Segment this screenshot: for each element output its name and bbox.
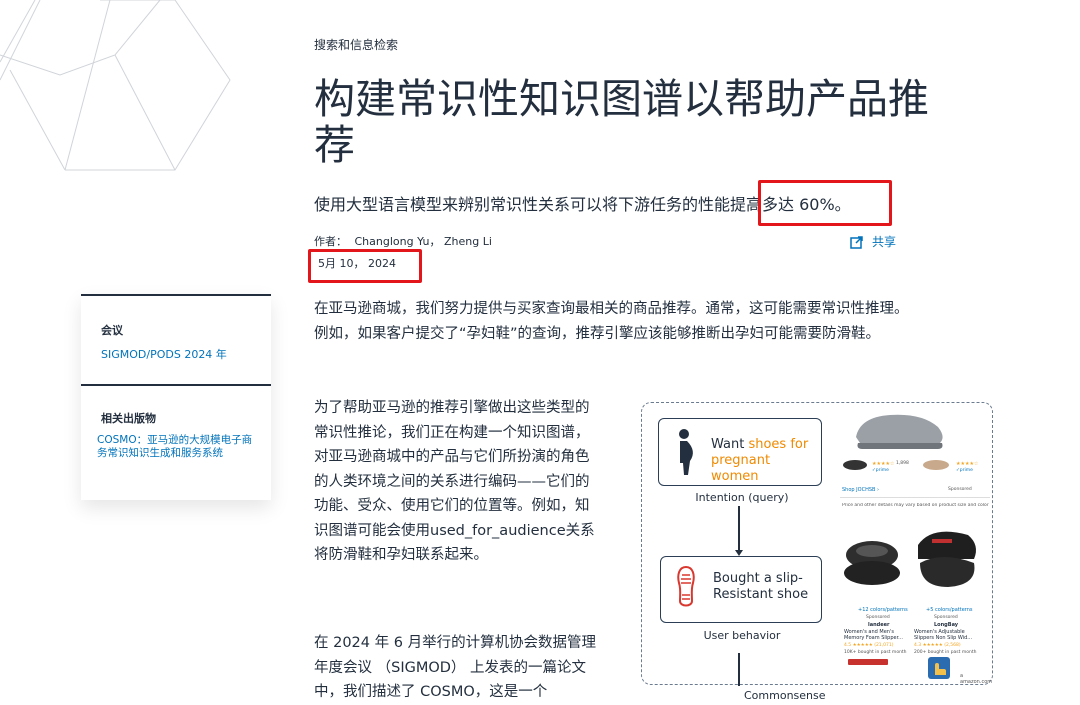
product1-name: Women's and Men's Memory Foam Slipper... bbox=[844, 629, 903, 641]
product2-rating: 4.3 ★★★★★ (2,568) bbox=[914, 643, 961, 648]
sandal-thumb-1 bbox=[843, 460, 867, 470]
sponsored-label: Sponsored bbox=[948, 487, 972, 492]
share-label: 共享 bbox=[872, 235, 897, 249]
behavior-text: Bought a slip-Resistant shoe bbox=[713, 571, 809, 602]
slipper-image-2 bbox=[918, 531, 976, 587]
slipper-image-1 bbox=[844, 541, 900, 585]
caption-behavior: User behavior bbox=[703, 629, 781, 642]
highlight-box-subtitle bbox=[758, 180, 892, 226]
body-paragraph-3: 在 2024 年 6 月举行的计算机协会数据管理年度会议 （SIGMOD） 上发… bbox=[314, 635, 597, 700]
author-line: 作者： Changlong Yu， Zheng Li bbox=[314, 233, 492, 249]
prime-badge-2: ✓prime bbox=[956, 468, 973, 473]
product2-name: Women's Adjustable Slippers Non Slip Wid… bbox=[914, 629, 973, 641]
caption-commonsense: Commonsense bbox=[744, 689, 826, 702]
slide-sandal-image bbox=[856, 414, 943, 449]
decorative-hexagon-graphic bbox=[0, 0, 231, 171]
pregnant-woman-icon bbox=[679, 429, 693, 475]
share-button[interactable]: 共享 bbox=[850, 233, 896, 250]
arrow-line-1 bbox=[738, 506, 740, 552]
conference-label: 会议 bbox=[101, 324, 123, 337]
sandal-thumb-2 bbox=[923, 460, 949, 470]
sidebar-related-block: 相关出版物 COSMO：亚马逊的大规模电子商务常识知识生成和服务系统 bbox=[81, 384, 271, 460]
related-publication-label: 相关出版物 bbox=[101, 412, 156, 425]
shop-brand-link: Shop JOCHSB › bbox=[842, 487, 880, 493]
behavior-box: Bought a slip-Resistant shoe bbox=[660, 556, 822, 623]
sidebar-conference-block: 会议 SIGMOD/PODS 2024 年 bbox=[81, 294, 271, 384]
body-paragraph-2: 为了帮助亚马逊的推荐引擎做出这些类型的常识性推论，我们正在构建一个知识图谱，对亚… bbox=[314, 400, 595, 563]
product1-bought: 10K+ bought in past month bbox=[844, 650, 907, 655]
colors-link-1: +12 colors/patterns bbox=[858, 607, 908, 613]
shoe-sole-icon bbox=[677, 565, 695, 607]
product2-brand: LongBay bbox=[934, 622, 959, 628]
conference-link[interactable]: SIGMOD/PODS 2024 年 bbox=[101, 346, 271, 362]
price-note: Price and other details may vary based o… bbox=[842, 503, 989, 508]
rating-stars-1: ★★★★☆ bbox=[872, 461, 895, 467]
shopping-screenshot: ★★★★☆ 1,898 ✓prime ★★★★☆ ✓prime Shop JOC… bbox=[838, 403, 994, 686]
article-figure: Want shoes for pregnant women Intention … bbox=[641, 402, 994, 702]
rating-stars-2: ★★★★☆ bbox=[956, 461, 979, 467]
shop-divider bbox=[840, 497, 990, 498]
intention-box: Want shoes for pregnant women bbox=[658, 418, 822, 486]
product1-brand: landeer bbox=[868, 622, 890, 628]
share-icon bbox=[850, 235, 863, 249]
body-paragraph-1: 在亚马逊商城，我们努力提供与买家查询最相关的商品推荐。通常，这可能需要常识性推理… bbox=[314, 301, 909, 342]
category-breadcrumb[interactable]: 搜索和信息检索 bbox=[314, 36, 398, 53]
prime-badge-1: ✓prime bbox=[872, 468, 889, 473]
highlight-box-date bbox=[308, 249, 422, 283]
sponsored-1: Sponsored bbox=[866, 615, 890, 620]
page-title: 构建常识性知识图谱以帮助产品推荐 bbox=[314, 75, 929, 169]
rating-count-1: 1,898 bbox=[896, 461, 909, 466]
related-publication-link[interactable]: COSMO：亚马逊的大规模电子商务常识知识生成和服务系统 bbox=[97, 434, 257, 460]
author-names[interactable]: Changlong Yu， Zheng Li bbox=[355, 235, 492, 248]
hand-pointer-icon bbox=[928, 657, 950, 679]
deal-badge bbox=[848, 659, 888, 665]
intention-text: Want shoes for pregnant women bbox=[711, 437, 809, 484]
caption-intention: Intention (query) bbox=[695, 491, 789, 504]
product1-rating: 4.5 ★★★★★ (21,071) bbox=[844, 643, 894, 648]
arrow-line-2 bbox=[738, 653, 740, 686]
colors-link-2: +5 colors/patterns bbox=[926, 607, 973, 613]
sidebar-card: 会议 SIGMOD/PODS 2024 年 相关出版物 COSMO：亚马逊的大规… bbox=[81, 294, 271, 500]
amazon-watermark: a amazon.com bbox=[960, 673, 993, 685]
sponsored-2: Sponsored bbox=[934, 615, 958, 620]
author-label: 作者： bbox=[314, 235, 347, 248]
